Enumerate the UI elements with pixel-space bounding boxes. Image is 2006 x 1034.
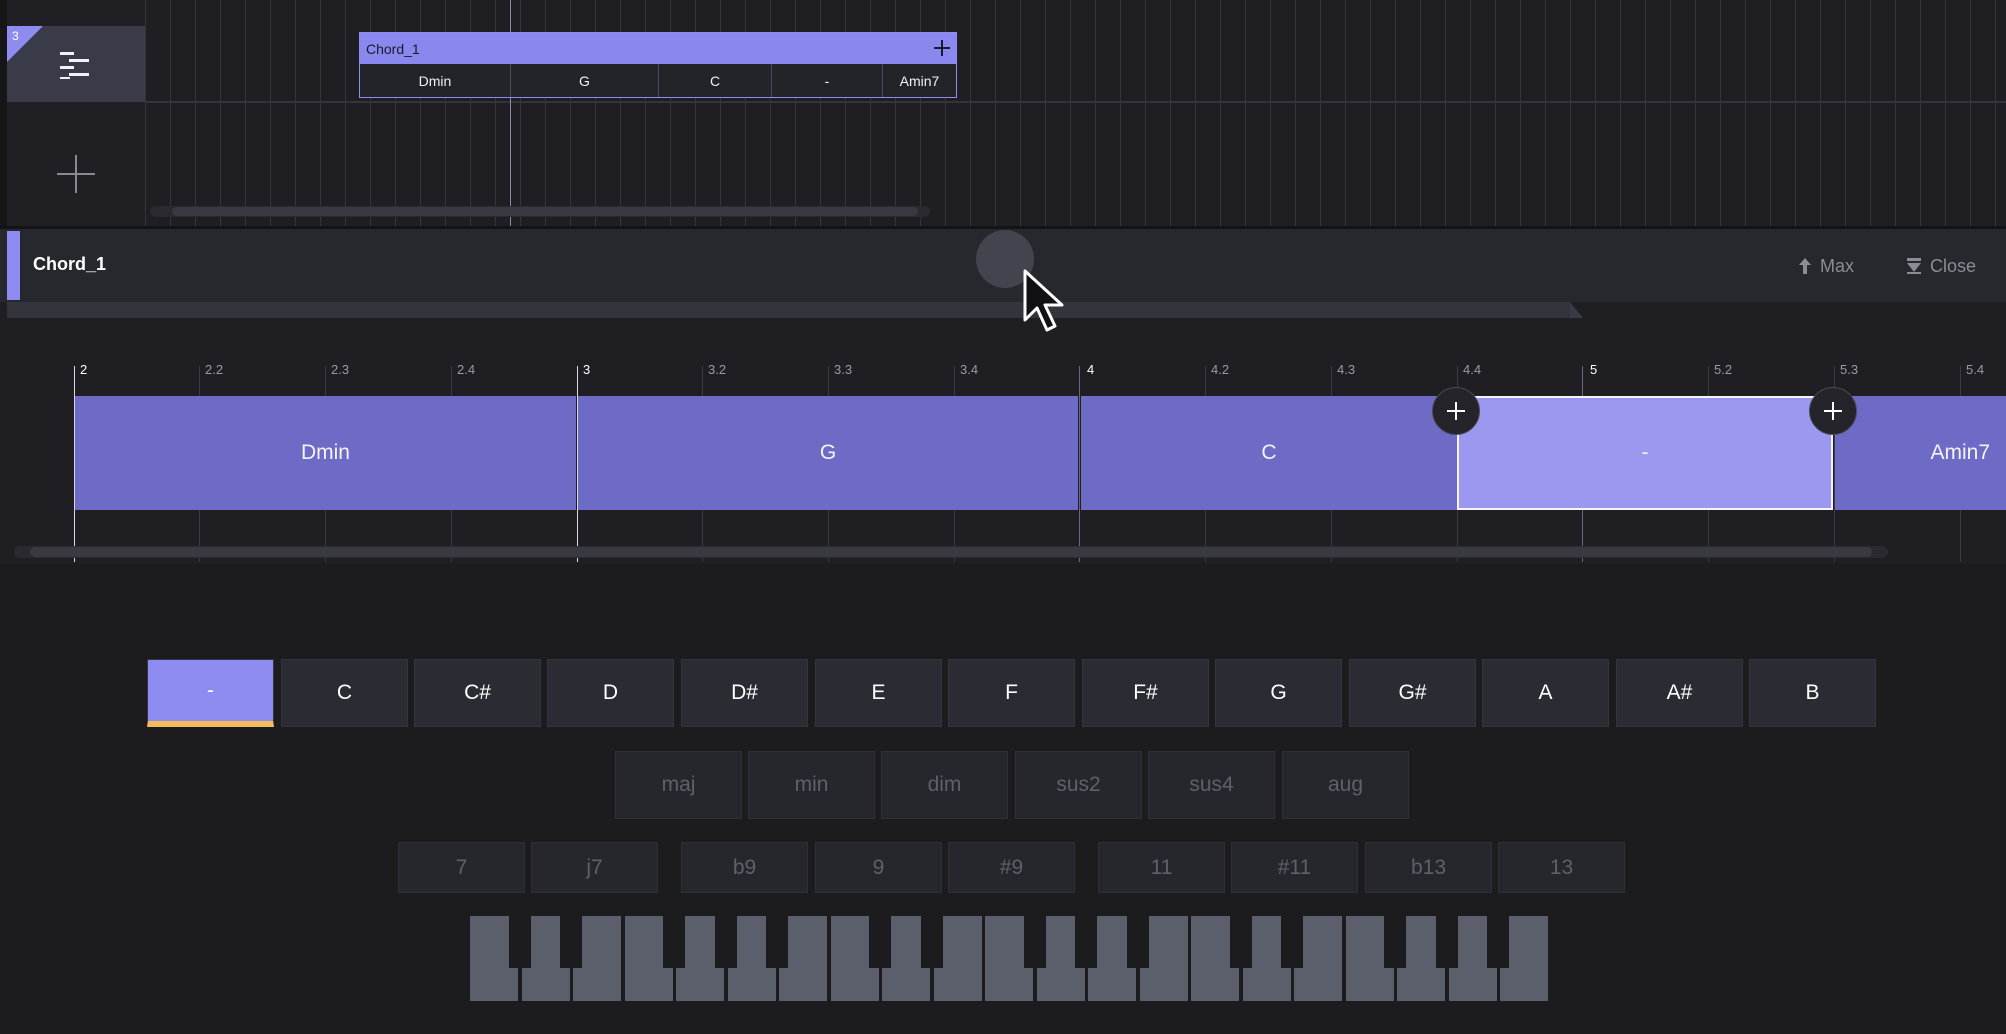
quality-button[interactable]: dim [881, 751, 1008, 819]
ruler-label: 3 [583, 362, 591, 377]
root-button[interactable]: A# [1616, 659, 1743, 727]
quality-button[interactable]: min [748, 751, 875, 819]
chord-clip-title: Chord_1 [366, 41, 420, 57]
chord-block[interactable]: Dmin [75, 396, 576, 510]
piano-black-key[interactable] [1023, 916, 1046, 968]
extension-button[interactable]: 9 [815, 842, 942, 893]
extension-button[interactable]: #11 [1231, 842, 1358, 893]
quality-button[interactable]: sus4 [1148, 751, 1275, 819]
insert-chord-after-button[interactable] [1809, 387, 1857, 435]
piano-black-key[interactable] [1487, 916, 1509, 968]
extension-button[interactable]: 13 [1498, 842, 1625, 893]
piano-black-key[interactable] [869, 916, 891, 968]
ruler-label: 2.3 [331, 362, 350, 377]
clip-add-icon[interactable] [932, 38, 952, 58]
piano-black-key[interactable] [508, 916, 531, 968]
ruler-label: 3.4 [960, 362, 979, 377]
clip-chord-cell[interactable]: C [659, 64, 772, 97]
extension-button[interactable]: 7 [398, 842, 525, 893]
track-number: 3 [12, 29, 19, 43]
extension-button[interactable]: #9 [948, 842, 1075, 893]
root-button[interactable]: D [547, 659, 674, 727]
root-button[interactable]: A [1482, 659, 1609, 727]
arrangement-scrollbar-thumb[interactable] [172, 207, 918, 216]
mouse-cursor-icon [1023, 269, 1064, 332]
ruler-label: 3.2 [708, 362, 727, 377]
piano-black-key[interactable] [1229, 916, 1252, 968]
clip-chord-cell[interactable]: - [772, 64, 883, 97]
timeline-ruler[interactable] [7, 318, 2006, 396]
root-button-none[interactable]: - [147, 659, 274, 727]
piano-black-key[interactable] [766, 916, 788, 968]
maximize-button[interactable]: Max [1798, 254, 1854, 278]
root-button[interactable]: C [281, 659, 408, 727]
loop-region-bar[interactable] [7, 302, 1570, 318]
arrow-up-icon [1799, 258, 1811, 274]
piano-black-key[interactable] [920, 916, 943, 968]
ruler-label: 5.3 [1840, 362, 1859, 377]
extension-button[interactable]: 11 [1098, 842, 1225, 893]
plus-icon [1824, 402, 1842, 420]
insert-chord-before-button[interactable] [1432, 387, 1480, 435]
ruler-label: 4.3 [1337, 362, 1356, 377]
quality-button[interactable]: maj [615, 751, 742, 819]
clip-chord-cell[interactable]: Dmin [360, 64, 511, 97]
piano-black-key[interactable] [1384, 916, 1406, 968]
close-label: Close [1930, 255, 1977, 276]
chord-clip[interactable]: Chord_1 Dmin G C - Amin7 [359, 32, 957, 98]
left-edge-strip [0, 0, 7, 226]
root-button[interactable]: E [815, 659, 942, 727]
piano-black-key[interactable] [1126, 916, 1149, 968]
ruler-label: 5.2 [1714, 362, 1733, 377]
root-button[interactable]: C# [414, 659, 541, 727]
root-button[interactable]: B [1749, 659, 1876, 727]
ruler-label: 4 [1087, 362, 1095, 377]
quality-button[interactable]: sus2 [1015, 751, 1142, 819]
track-menu-icon[interactable] [58, 48, 92, 82]
ruler-label: 3.3 [834, 362, 853, 377]
chord-clip-header[interactable]: Chord_1 [360, 33, 956, 64]
extension-button[interactable]: j7 [531, 842, 658, 893]
piano-black-key[interactable] [1435, 916, 1458, 968]
root-button[interactable]: G# [1349, 659, 1476, 727]
maximize-label: Max [1820, 255, 1855, 276]
chord-block[interactable]: C [1081, 396, 1457, 510]
clip-chord-cell[interactable]: G [511, 64, 659, 97]
ruler-label: 5 [1590, 362, 1598, 377]
quality-button[interactable]: aug [1282, 751, 1409, 819]
chord-block[interactable]: Amin7 [1835, 396, 2006, 510]
clip-chord-cell[interactable]: Amin7 [883, 64, 956, 97]
add-track-icon[interactable] [55, 153, 97, 195]
ruler-label: 2.4 [457, 362, 476, 377]
root-button[interactable]: F [948, 659, 1075, 727]
editor-title: Chord_1 [33, 254, 107, 274]
chord-block[interactable]: G [578, 396, 1078, 510]
track-row-divider [145, 101, 2006, 103]
editor-scrollbar-thumb[interactable] [30, 547, 1872, 557]
ruler-label: 5.4 [1966, 362, 1985, 377]
piano-black-key[interactable] [714, 916, 737, 968]
editor-color-tab [7, 231, 20, 300]
piano-black-key[interactable] [1281, 916, 1303, 968]
root-button[interactable]: G [1215, 659, 1342, 727]
ruler-label: 4.4 [1463, 362, 1482, 377]
piano-keyboard[interactable] [470, 916, 1552, 1001]
root-button[interactable]: D# [681, 659, 808, 727]
piano-black-key[interactable] [1075, 916, 1097, 968]
extension-button[interactable]: b9 [681, 842, 808, 893]
piano-black-key[interactable] [663, 916, 685, 968]
root-button[interactable]: F# [1082, 659, 1209, 727]
ruler-label: 2 [80, 362, 88, 377]
bar-line [1079, 366, 1080, 562]
ruler-label: 2.2 [205, 362, 224, 377]
extension-button[interactable]: b13 [1365, 842, 1492, 893]
piano-black-key[interactable] [560, 916, 582, 968]
close-button[interactable]: Close [1906, 254, 1976, 278]
collapse-down-icon [1907, 258, 1921, 274]
chord-block-selected[interactable]: - [1457, 396, 1833, 510]
plus-icon [1447, 402, 1465, 420]
ruler-label: 4.2 [1211, 362, 1230, 377]
